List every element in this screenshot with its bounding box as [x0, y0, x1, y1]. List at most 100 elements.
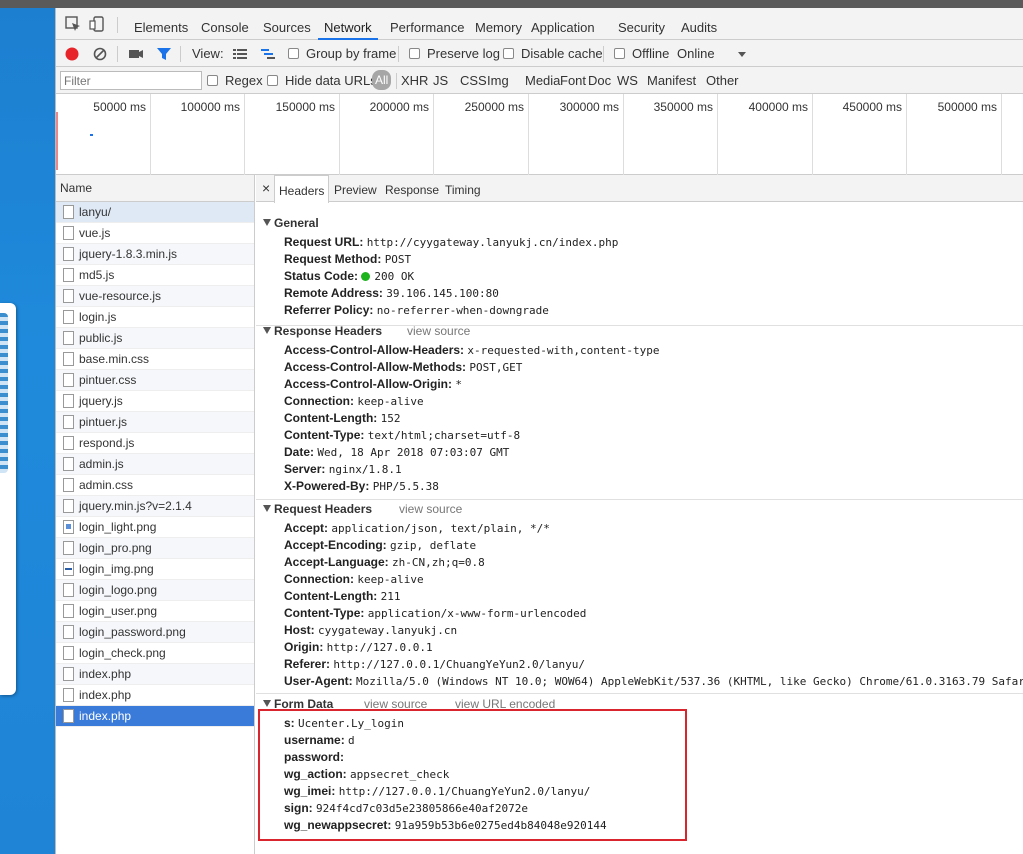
- request-row[interactable]: jquery.min.js?v=2.1.4: [56, 496, 254, 517]
- type-filter-manifest[interactable]: Manifest: [647, 73, 696, 88]
- waterfall-icon[interactable]: [259, 45, 277, 63]
- request-name: vue-resource.js: [79, 289, 162, 303]
- file-icon: [63, 499, 74, 513]
- name-column-header[interactable]: Name: [56, 175, 254, 202]
- response-headers-key: Content-Length:: [284, 411, 378, 425]
- chevron-down-icon[interactable]: [733, 45, 751, 63]
- collapse-triangle-icon[interactable]: [263, 219, 271, 226]
- disable-cache-checkbox[interactable]: [503, 48, 514, 59]
- throttling-select[interactable]: Online: [677, 46, 715, 61]
- hide-data-urls-checkbox[interactable]: [267, 75, 278, 86]
- request-row[interactable]: admin.css: [56, 475, 254, 496]
- preserve-log-checkbox[interactable]: [409, 48, 420, 59]
- timeline-overview[interactable]: 50000 ms 100000 ms 150000 ms 200000 ms 25000…: [56, 94, 1023, 175]
- filter-input[interactable]: [61, 72, 199, 89]
- response-headers-value: POST,GET: [469, 361, 523, 374]
- request-row[interactable]: admin.js: [56, 454, 254, 475]
- tab-headers[interactable]: Headers: [274, 175, 330, 203]
- type-filter-js[interactable]: JS: [433, 73, 448, 88]
- request-row[interactable]: login_light.png: [56, 517, 254, 538]
- large-rows-icon[interactable]: [231, 45, 249, 63]
- request-headers-view-source-link[interactable]: view source: [399, 502, 462, 516]
- request-row[interactable]: login.js: [56, 307, 254, 328]
- general-key: Referrer Policy:: [284, 303, 374, 317]
- regex-checkbox[interactable]: [207, 75, 218, 86]
- request-row[interactable]: login_img.png: [56, 559, 254, 580]
- request-row[interactable]: md5.js: [56, 265, 254, 286]
- response-headers-header[interactable]: Response Headers: [263, 324, 382, 338]
- general-key: Status Code:: [284, 269, 359, 283]
- tab-performance[interactable]: Performance: [384, 8, 470, 40]
- request-row[interactable]: jquery-1.8.3.min.js: [56, 244, 254, 265]
- preserve-log-label: Preserve log: [427, 46, 500, 61]
- response-headers-view-source-link[interactable]: view source: [407, 324, 470, 338]
- request-row[interactable]: jquery.js: [56, 391, 254, 412]
- tab-preview[interactable]: Preview: [330, 175, 381, 202]
- request-row[interactable]: vue.js: [56, 223, 254, 244]
- request-row[interactable]: login_logo.png: [56, 580, 254, 601]
- close-icon[interactable]: ×: [258, 175, 274, 202]
- request-row[interactable]: index.php: [56, 685, 254, 706]
- request-headers-row: Accept: application/json, text/plain, */…: [284, 520, 550, 537]
- request-row[interactable]: vue-resource.js: [56, 286, 254, 307]
- collapse-triangle-icon[interactable]: [263, 505, 271, 512]
- file-icon: [63, 436, 74, 450]
- type-filter-all[interactable]: All: [372, 70, 392, 90]
- request-name: index.php: [79, 667, 132, 681]
- request-row[interactable]: public.js: [56, 328, 254, 349]
- group-by-frame-label: Group by frame: [306, 46, 397, 61]
- general-value: 200 OK: [374, 270, 415, 283]
- type-filter-css[interactable]: CSS: [460, 73, 487, 88]
- tab-network[interactable]: Network: [318, 8, 378, 40]
- general-header[interactable]: General: [263, 216, 319, 230]
- tab-memory[interactable]: Memory: [469, 8, 528, 40]
- device-toolbar-icon[interactable]: [89, 15, 107, 33]
- request-row[interactable]: respond.js: [56, 433, 254, 454]
- request-row[interactable]: pintuer.css: [56, 370, 254, 391]
- request-headers-key: Accept-Encoding:: [284, 538, 387, 552]
- group-by-frame-checkbox[interactable]: [288, 48, 299, 59]
- request-headers-row: Accept-Language: zh-CN,zh;q=0.8: [284, 554, 485, 571]
- type-filter-font[interactable]: Font: [560, 73, 586, 88]
- type-filter-img[interactable]: Img: [487, 73, 509, 88]
- tab-audits[interactable]: Audits: [675, 8, 723, 40]
- filter-icon[interactable]: [155, 45, 173, 63]
- request-headers-value: zh-CN,zh;q=0.8: [392, 556, 485, 569]
- inspect-element-icon[interactable]: [64, 15, 82, 33]
- request-headers-header[interactable]: Request Headers: [263, 502, 372, 516]
- collapse-triangle-icon[interactable]: [263, 327, 271, 334]
- request-name: index.php: [79, 709, 132, 723]
- request-row[interactable]: login_user.png: [56, 601, 254, 622]
- type-filter-media[interactable]: Media: [525, 73, 560, 88]
- tab-security[interactable]: Security: [612, 8, 671, 40]
- request-row[interactable]: login_pro.png: [56, 538, 254, 559]
- collapse-triangle-icon[interactable]: [263, 700, 271, 707]
- response-headers-key: Access-Control-Allow-Headers:: [284, 343, 465, 357]
- request-headers-key: Host:: [284, 623, 315, 637]
- request-row[interactable]: index.php: [56, 664, 254, 685]
- clear-icon[interactable]: [91, 45, 109, 63]
- type-filter-other[interactable]: Other: [706, 73, 739, 88]
- tab-timing[interactable]: Timing: [441, 175, 485, 202]
- response-headers-value: PHP/5.5.38: [372, 480, 439, 493]
- request-row[interactable]: lanyu/: [56, 202, 254, 223]
- offline-checkbox[interactable]: [614, 48, 625, 59]
- tab-sources[interactable]: Sources: [257, 8, 317, 40]
- request-row[interactable]: index.php: [56, 706, 254, 727]
- tab-application[interactable]: Application: [525, 8, 601, 40]
- request-row[interactable]: login_password.png: [56, 622, 254, 643]
- request-row[interactable]: base.min.css: [56, 349, 254, 370]
- toolbar-divider: [398, 46, 399, 62]
- type-filter-ws[interactable]: WS: [617, 73, 638, 88]
- general-value: 39.106.145.100:80: [386, 287, 499, 300]
- type-filter-doc[interactable]: Doc: [588, 73, 611, 88]
- type-filter-xhr[interactable]: XHR: [401, 73, 428, 88]
- capture-screenshots-icon[interactable]: [127, 45, 145, 63]
- tab-response[interactable]: Response: [381, 175, 443, 202]
- request-row[interactable]: login_check.png: [56, 643, 254, 664]
- tab-console[interactable]: Console: [195, 8, 255, 40]
- request-headers-value: keep-alive: [357, 573, 424, 586]
- record-icon[interactable]: [63, 45, 81, 63]
- request-row[interactable]: pintuer.js: [56, 412, 254, 433]
- tab-elements[interactable]: Elements: [128, 8, 194, 40]
